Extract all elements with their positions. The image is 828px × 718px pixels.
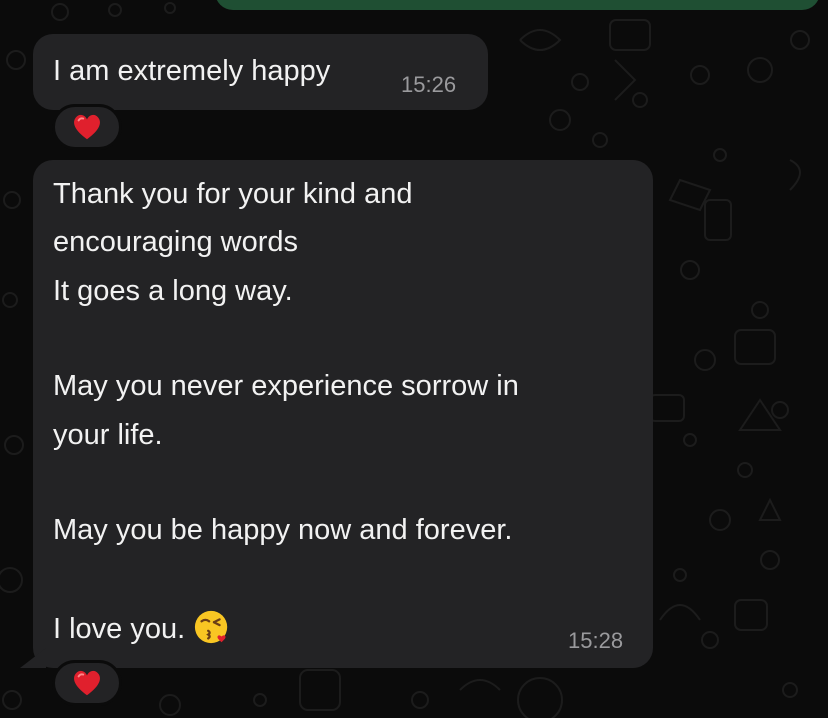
face-blowing-kiss-icon <box>195 610 228 644</box>
message-line: May you never experience sorrow in <box>53 370 519 402</box>
message-reaction-heart[interactable] <box>52 104 122 150</box>
message-timestamp: 15:26 <box>401 72 457 97</box>
message-text: I am extremely happy <box>53 55 331 87</box>
message-line: Thank you for your kind and <box>53 178 413 210</box>
previous-sent-bubble-edge <box>215 0 820 10</box>
message-reaction-heart[interactable] <box>52 660 122 706</box>
received-message-bubble[interactable]: Thank you for your kind and encouraging … <box>33 160 653 668</box>
message-line: encouraging words <box>53 226 299 258</box>
message-timestamp: 15:28 <box>568 628 624 653</box>
message-line: It goes a long way. <box>53 275 293 307</box>
message-line-text: I love you. <box>53 613 186 645</box>
heart-icon <box>74 670 100 696</box>
message-line: your life. <box>53 419 163 451</box>
message-line-last: I love you. <box>53 608 231 646</box>
heart-icon <box>74 114 100 140</box>
received-message-bubble[interactable]: I am extremely happy 15:26 <box>33 34 488 110</box>
message-line: May you be happy now and forever. <box>53 514 513 546</box>
